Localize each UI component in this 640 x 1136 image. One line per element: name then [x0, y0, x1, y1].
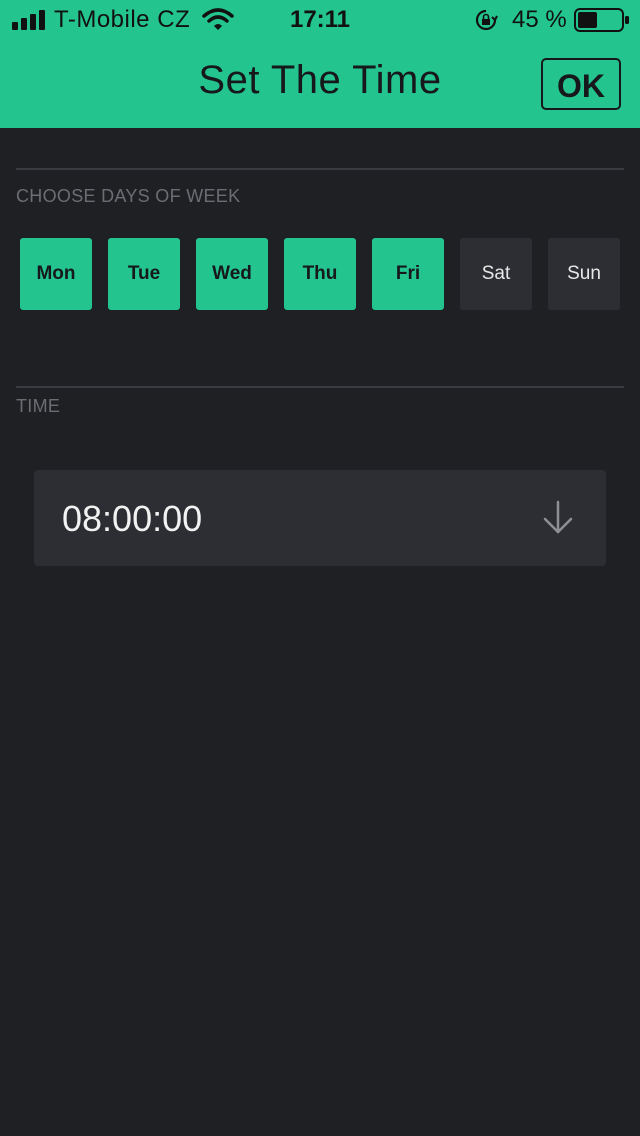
day-thu-button[interactable]: Thu [284, 238, 356, 310]
battery-icon [574, 8, 629, 32]
divider [16, 168, 624, 170]
day-mon-button[interactable]: Mon [20, 238, 92, 310]
battery-percent: 45 % [512, 6, 567, 33]
time-section-label: TIME [16, 396, 61, 416]
day-sun-button[interactable]: Sun [548, 238, 620, 310]
divider [16, 386, 624, 388]
arrow-down-icon[interactable] [542, 500, 574, 536]
day-fri-button[interactable]: Fri [372, 238, 444, 310]
time-picker-field[interactable]: 08:00:00 [34, 470, 606, 566]
time-value: 08:00:00 [62, 498, 203, 539]
days-section-label: CHOOSE DAYS OF WEEK [16, 186, 241, 206]
status-bar: T-Mobile CZ 17:11 45 % [0, 0, 640, 40]
rotation-lock-icon [475, 9, 498, 31]
ok-button[interactable]: OK [541, 58, 621, 110]
day-wed-button[interactable]: Wed [196, 238, 268, 310]
day-sat-button[interactable]: Sat [460, 238, 532, 310]
day-tue-button[interactable]: Tue [108, 238, 180, 310]
